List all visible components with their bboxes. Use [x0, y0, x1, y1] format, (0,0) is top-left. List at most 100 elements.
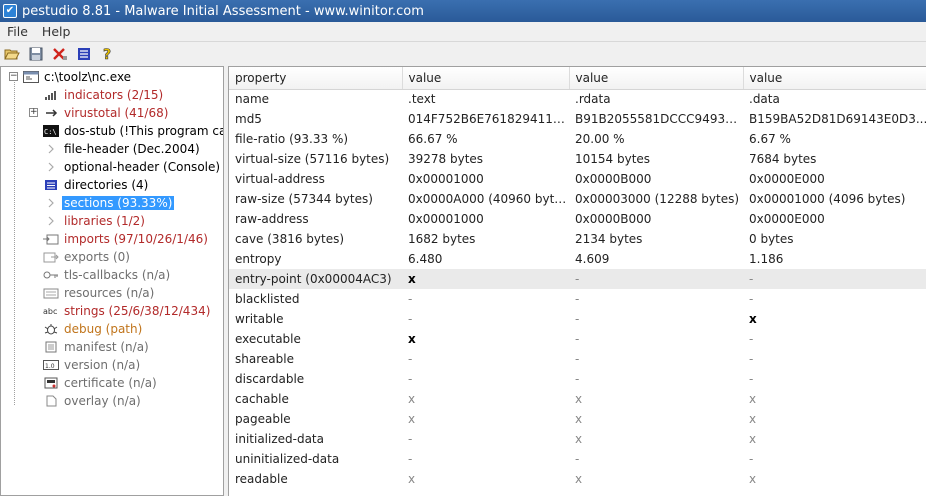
tree-item-label: optional-header (Console) [64, 160, 221, 174]
imports-icon [43, 232, 59, 246]
value-cell: - [743, 269, 926, 289]
tree-item[interactable]: sections (93.33%) [1, 194, 223, 212]
table-row[interactable]: entry-point (0x00004AC3) x - - [229, 269, 926, 289]
table-row[interactable]: raw-address 0x00001000 0x0000B000 0x0000E00… [229, 209, 926, 229]
value-cell: 0x0000B000 [575, 212, 652, 226]
sections-grid[interactable]: property value value value name .text .rda… [228, 66, 926, 496]
table-row[interactable]: blacklisted - - - [229, 289, 926, 309]
table-row[interactable]: pageable x x x [229, 409, 926, 429]
column-header-value[interactable]: value [569, 67, 744, 90]
table-row[interactable]: writable - - x [229, 309, 926, 329]
value-cell: - [575, 452, 580, 466]
property-cell: raw-address [235, 212, 309, 226]
table-row[interactable]: cachable x x x [229, 389, 926, 409]
tree-item-label: file-header (Dec.2004) [64, 142, 200, 156]
tree-item[interactable]: manifest (n/a) [1, 338, 223, 356]
table-row[interactable]: initialized-data - x x [229, 429, 926, 449]
table-row[interactable]: md5 014F752B6E761829411F9... B91B2055581DC… [229, 109, 926, 129]
tree-item[interactable]: 1.0 version (n/a) [1, 356, 223, 374]
tree-panel[interactable]: − c:\toolz\nc.exe indicators (2/15) + virust… [0, 66, 224, 496]
indicators-icon [43, 88, 59, 102]
tls-callbacks-icon [43, 268, 59, 282]
table-row[interactable]: uninitialized-data - - - [229, 449, 926, 469]
table-row[interactable]: executable x - - [229, 329, 926, 349]
value-cell: x [749, 472, 757, 486]
value-cell: B91B2055581DCCC9493B9... [575, 112, 743, 126]
table-row[interactable]: virtual-size (57116 bytes) 39278 bytes 101… [229, 149, 926, 169]
value-cell: 7684 bytes [749, 152, 817, 166]
menu-help[interactable]: Help [35, 24, 78, 39]
app-check-icon: ✔ [3, 4, 17, 18]
version-icon: 1.0 [43, 358, 59, 372]
value-cell: - [749, 292, 754, 306]
tree-item[interactable]: imports (97/10/26/1/46) [1, 230, 223, 248]
tree-item[interactable]: resources (n/a) [1, 284, 223, 302]
tree-root-label: c:\toolz\nc.exe [44, 70, 132, 84]
table-row[interactable]: entropy 6.480 4.609 1.186 [229, 249, 926, 269]
table-row[interactable]: virtual-address 0x00001000 0x0000B000 0x000… [229, 169, 926, 189]
tree-item-label: imports (97/10/26/1/46) [64, 232, 208, 246]
value-cell: .rdata [575, 92, 611, 107]
value-cell: - [575, 352, 580, 366]
help-icon[interactable]: ? [99, 45, 117, 63]
list-icon[interactable] [75, 45, 93, 63]
value-cell: 0x0000E000 [749, 212, 825, 226]
table-row[interactable]: discardable - - - [229, 369, 926, 389]
property-cell: pageable [235, 412, 291, 426]
table-row[interactable]: name .text .rdata .data [229, 89, 926, 109]
tree-item[interactable]: exports (0) [1, 248, 223, 266]
tree-item[interactable]: directories (4) [1, 176, 223, 194]
tree-item[interactable]: indicators (2/15) [1, 86, 223, 104]
value-cell: x [749, 432, 757, 446]
tree-item[interactable]: abc strings (25/6/38/12/434) [1, 302, 223, 320]
table-row[interactable]: cave (3816 bytes) 1682 bytes 2134 bytes 0 b… [229, 229, 926, 249]
svg-text:?: ? [103, 47, 111, 62]
value-cell: x [575, 472, 583, 486]
tree-item[interactable]: debug (path) [1, 320, 223, 338]
tree-item[interactable]: + virustotal (41/68) [1, 104, 223, 122]
value-cell: 10154 bytes [575, 152, 651, 166]
tree-item-label: tls-callbacks (n/a) [64, 268, 171, 282]
tree-root[interactable]: − c:\toolz\nc.exe [1, 68, 223, 86]
menu-bar: File Help [0, 22, 926, 42]
column-header-value[interactable]: value [743, 67, 926, 90]
tree-item[interactable]: C:\ dos-stub (!This program can [1, 122, 223, 140]
open-folder-icon[interactable] [3, 45, 21, 63]
collapse-icon[interactable]: − [9, 72, 18, 81]
tree-item[interactable]: file-header (Dec.2004) [1, 140, 223, 158]
tree-item-label: debug (path) [64, 322, 143, 336]
menu-file[interactable]: File [0, 24, 35, 39]
tree-item[interactable]: overlay (n/a) [1, 392, 223, 410]
column-header-value[interactable]: value [402, 67, 570, 90]
directories-icon [43, 178, 59, 192]
delete-icon[interactable] [51, 45, 69, 63]
value-cell: 1682 bytes [408, 232, 476, 246]
property-cell: file-ratio (93.33 %) [235, 132, 349, 146]
column-header-property[interactable]: property [229, 67, 403, 90]
value-cell: - [569, 269, 743, 289]
tree-item[interactable]: libraries (1/2) [1, 212, 223, 230]
value-cell: x [408, 392, 416, 406]
tree-item-label: virustotal (41/68) [64, 106, 169, 120]
value-cell: - [749, 372, 754, 386]
table-row[interactable]: file-ratio (93.33 %) 66.67 % 20.00 % 6.67 % [229, 129, 926, 149]
tree-item[interactable]: tls-callbacks (n/a) [1, 266, 223, 284]
tree-item[interactable]: certificate (n/a) [1, 374, 223, 392]
table-row[interactable]: raw-size (57344 bytes) 0x0000A000 (40960 … [229, 189, 926, 209]
sections-icon [43, 196, 59, 210]
table-row[interactable]: readable x x x [229, 469, 926, 489]
property-cell: uninitialized-data [235, 452, 340, 466]
table-header-row: property value value value [229, 67, 926, 90]
overlay-icon [43, 394, 59, 408]
resources-icon [43, 286, 59, 300]
value-cell: - [749, 352, 754, 366]
save-icon[interactable] [27, 45, 45, 63]
value-cell: - [408, 452, 413, 466]
table-row[interactable]: shareable - - - [229, 349, 926, 369]
property-cell: initialized-data [235, 432, 324, 446]
tree-item[interactable]: optional-header (Console) [1, 158, 223, 176]
exports-icon [43, 250, 59, 264]
title-bar: ✔ pestudio 8.81 - Malware Initial Assess… [0, 0, 926, 22]
expand-icon[interactable]: + [29, 108, 38, 117]
property-cell: cave (3816 bytes) [235, 232, 345, 246]
